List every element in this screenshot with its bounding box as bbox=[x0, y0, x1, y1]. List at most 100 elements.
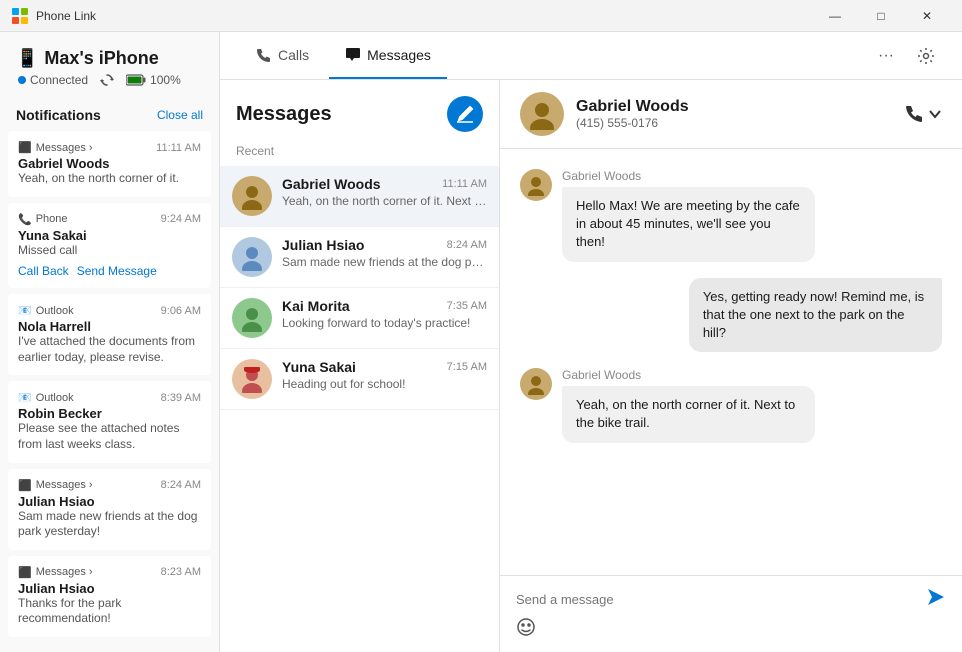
message-bubble-group: Gabriel Woods Yeah, on the north corner … bbox=[562, 368, 815, 442]
avatar-icon bbox=[238, 365, 266, 393]
device-status: Connected 100% bbox=[16, 69, 203, 87]
thread-info: Julian Hsiao 8:24 AM Sam made new friend… bbox=[282, 237, 487, 269]
sync-icon bbox=[100, 73, 114, 87]
chat-messages: Gabriel Woods Hello Max! We are meeting … bbox=[500, 149, 962, 575]
message-thread-list: Gabriel Woods 11:11 AM Yeah, on the nort… bbox=[220, 166, 499, 652]
thread-avatar bbox=[232, 298, 272, 338]
contact-avatar-icon bbox=[526, 98, 558, 130]
emoji-icon bbox=[516, 617, 536, 637]
app-body: 📱 Max's iPhone Connected bbox=[0, 32, 962, 652]
title-bar-controls: — □ ✕ bbox=[812, 0, 950, 32]
sidebar: 📱 Max's iPhone Connected bbox=[0, 32, 220, 652]
notification-item[interactable]: ⬛ Messages › 8:24 AM Julian Hsiao Sam ma… bbox=[8, 469, 211, 550]
notif-actions: Call Back Send Message bbox=[18, 264, 201, 278]
device-name: 📱 Max's iPhone bbox=[16, 48, 203, 69]
chat-input-row bbox=[516, 586, 946, 613]
tab-bar: Calls Messages ··· bbox=[220, 32, 962, 80]
avatar-icon bbox=[238, 182, 266, 210]
notifications-title: Notifications bbox=[16, 107, 101, 123]
notification-item[interactable]: 📧 Outlook 8:39 AM Robin Becker Please se… bbox=[8, 381, 211, 462]
notif-header: ⬛ Messages › 8:23 AM bbox=[18, 566, 201, 579]
connected-dot bbox=[18, 76, 26, 84]
message-thread[interactable]: Gabriel Woods 11:11 AM Yeah, on the nort… bbox=[220, 166, 499, 227]
call-back-button[interactable]: Call Back bbox=[18, 264, 69, 278]
notification-item[interactable]: 📧 Outlook 9:06 AM Nola Harrell I've atta… bbox=[8, 294, 211, 375]
tab-calls[interactable]: Calls bbox=[240, 32, 325, 79]
phone-icon: 📱 bbox=[16, 48, 38, 69]
thread-avatar bbox=[232, 237, 272, 277]
more-icon: ··· bbox=[878, 47, 894, 65]
app-logo-icon bbox=[12, 8, 28, 24]
notif-header: ⬛ Messages › 11:11 AM bbox=[18, 141, 201, 154]
thread-avatar bbox=[232, 359, 272, 399]
send-button[interactable] bbox=[926, 587, 946, 612]
settings-button[interactable] bbox=[910, 40, 942, 72]
message-thread[interactable]: Kai Morita 7:35 AM Looking forward to to… bbox=[220, 288, 499, 349]
device-header: 📱 Max's iPhone Connected bbox=[0, 32, 219, 95]
avatar-icon bbox=[525, 174, 547, 196]
tab-bar-right: ··· bbox=[870, 40, 942, 72]
messages-list: Messages Recent bbox=[220, 80, 500, 652]
notif-app: 📧 Outlook bbox=[18, 391, 74, 404]
notif-app: ⬛ Messages › bbox=[18, 479, 93, 492]
emoji-button[interactable] bbox=[516, 617, 536, 642]
notif-app: 📧 Outlook bbox=[18, 304, 74, 317]
call-icon bbox=[904, 104, 924, 124]
notif-header: 📧 Outlook 8:39 AM bbox=[18, 391, 201, 404]
message-input[interactable] bbox=[516, 586, 918, 613]
messages-list-title: Messages bbox=[236, 103, 332, 126]
tabs: Calls Messages bbox=[240, 32, 447, 79]
settings-icon bbox=[917, 47, 935, 65]
notif-header: 📞 Phone 9:24 AM bbox=[18, 213, 201, 226]
message-avatar bbox=[520, 368, 552, 400]
recent-label: Recent bbox=[220, 140, 499, 166]
chat-input-area bbox=[500, 575, 962, 652]
maximize-button[interactable]: □ bbox=[858, 0, 904, 32]
title-bar: Phone Link — □ ✕ bbox=[0, 0, 962, 32]
notification-item[interactable]: 📞 Phone 9:24 AM Yuna Sakai Missed call C… bbox=[8, 203, 211, 289]
notif-app: ⬛ Messages › bbox=[18, 566, 93, 579]
thread-name-row: Kai Morita 7:35 AM bbox=[282, 298, 487, 314]
thread-avatar bbox=[232, 176, 272, 216]
messages-panel: Messages Recent bbox=[220, 80, 962, 652]
battery-status: 100% bbox=[126, 73, 181, 87]
notification-item[interactable]: ⬛ Messages › 11:11 AM Gabriel Woods Yeah… bbox=[8, 131, 211, 197]
message-bubble-group: Yes, getting ready now! Remind me, is th… bbox=[689, 278, 942, 353]
avatar-icon bbox=[525, 373, 547, 395]
notif-app: ⬛ Messages › bbox=[18, 141, 93, 154]
thread-name-row: Julian Hsiao 8:24 AM bbox=[282, 237, 487, 253]
new-message-button[interactable] bbox=[447, 96, 483, 132]
avatar-icon bbox=[238, 243, 266, 271]
main-content: Calls Messages ··· bbox=[220, 32, 962, 652]
thread-name-row: Gabriel Woods 11:11 AM bbox=[282, 176, 487, 192]
title-bar-left: Phone Link bbox=[12, 8, 96, 24]
notification-item[interactable]: ⬛ Messages › 8:23 AM Julian Hsiao Thanks… bbox=[8, 556, 211, 637]
avatar-icon bbox=[238, 304, 266, 332]
sync-status bbox=[100, 73, 114, 87]
call-contact-button[interactable] bbox=[904, 104, 942, 124]
chat-area: Gabriel Woods (415) 555-0176 bbox=[500, 80, 962, 652]
messages-icon bbox=[345, 47, 361, 63]
chat-message-row: Gabriel Woods Yeah, on the north corner … bbox=[520, 368, 942, 442]
message-thread[interactable]: Yuna Sakai 7:15 AM Heading out for schoo… bbox=[220, 349, 499, 410]
send-message-button[interactable]: Send Message bbox=[77, 264, 157, 278]
send-icon bbox=[926, 587, 946, 607]
message-thread[interactable]: Julian Hsiao 8:24 AM Sam made new friend… bbox=[220, 227, 499, 288]
chat-avatar bbox=[520, 92, 564, 136]
tab-messages[interactable]: Messages bbox=[329, 32, 447, 79]
close-all-button[interactable]: Close all bbox=[157, 108, 203, 122]
chat-contact-info: Gabriel Woods (415) 555-0176 bbox=[576, 98, 892, 130]
message-bubble: Yes, getting ready now! Remind me, is th… bbox=[689, 278, 942, 353]
close-button[interactable]: ✕ bbox=[904, 0, 950, 32]
message-avatar bbox=[520, 169, 552, 201]
chat-header: Gabriel Woods (415) 555-0176 bbox=[500, 80, 962, 149]
calls-icon bbox=[256, 47, 272, 63]
chat-contact-phone: (415) 555-0176 bbox=[576, 116, 892, 130]
chat-message-row: Gabriel Woods Hello Max! We are meeting … bbox=[520, 169, 942, 262]
minimize-button[interactable]: — bbox=[812, 0, 858, 32]
thread-name-row: Yuna Sakai 7:15 AM bbox=[282, 359, 487, 375]
notif-header: ⬛ Messages › 8:24 AM bbox=[18, 479, 201, 492]
battery-icon bbox=[126, 74, 146, 86]
more-options-button[interactable]: ··· bbox=[870, 40, 902, 72]
chat-contact-name: Gabriel Woods bbox=[576, 98, 892, 116]
